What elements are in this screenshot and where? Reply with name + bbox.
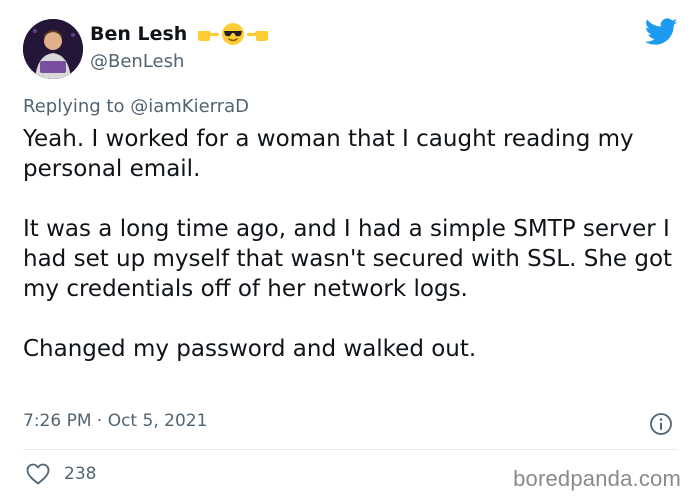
like-action[interactable]: 238 [26,463,96,485]
replying-to: Replying to @iamKierraD [23,96,249,117]
name-emojis [197,22,269,46]
reply-mention-link[interactable]: @iamKierraD [130,96,249,117]
like-count: 238 [64,464,97,484]
pointing-left-hand-icon [247,31,269,41]
tweet-paragraph: Yeah. I worked for a woman that I caught… [23,126,634,182]
tweet-body: Yeah. I worked for a woman that I caught… [23,124,683,364]
avatar-image [23,19,83,79]
pointing-right-hand-icon [198,31,220,41]
tweet-paragraph: Changed my password and walked out. [23,336,477,362]
info-icon[interactable] [649,412,673,436]
author-name-row: Ben Lesh [90,22,269,46]
divider [23,449,677,450]
author-handle[interactable]: @BenLesh [90,51,184,72]
sunglasses-face-icon [222,23,245,45]
replying-prefix: Replying to [23,96,125,117]
tweet-timestamp[interactable]: 7:26 PM · Oct 5, 2021 [23,411,207,431]
tweet-paragraph: It was a long time ago, and I had a simp… [23,216,673,302]
watermark: boredpanda.com [513,466,681,491]
avatar[interactable] [23,19,83,79]
heart-icon[interactable] [26,463,50,485]
author-name[interactable]: Ben Lesh [90,23,187,45]
twitter-bird-icon[interactable] [645,18,678,46]
